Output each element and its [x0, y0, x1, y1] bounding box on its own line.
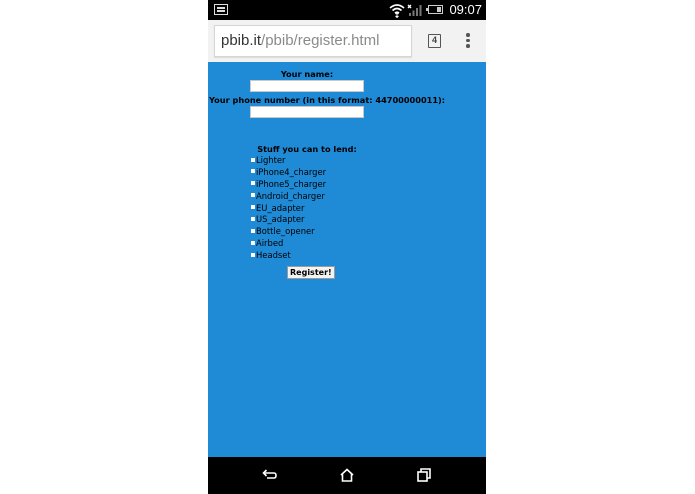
list-item[interactable]: Headset: [251, 250, 326, 262]
register-button[interactable]: Register!: [287, 266, 335, 279]
wifi-icon: [389, 4, 405, 18]
lend-items-list: Lighter iPhone4_charger iPhone5_charger …: [251, 155, 326, 262]
item-label: iPhone4_charger: [256, 166, 327, 177]
item-label: Bottle_opener: [256, 226, 315, 237]
notification-icon: [214, 4, 228, 15]
checkbox[interactable]: [251, 157, 255, 162]
navigation-bar: [208, 457, 486, 494]
checkbox[interactable]: [251, 181, 255, 186]
phone-input[interactable]: [250, 106, 364, 118]
status-time: 09:07: [449, 2, 482, 17]
url-host: pbib.it: [221, 32, 262, 49]
checkbox[interactable]: [251, 205, 255, 210]
status-bar: 09:07: [208, 0, 486, 20]
stuff-label: Stuff you can to lend:: [257, 144, 357, 154]
checkbox[interactable]: [251, 193, 255, 198]
browser-toolbar: pbib.it/pbib/register.html 4: [208, 20, 486, 62]
name-label: Your name:: [280, 69, 334, 79]
page-content: Your name: Your phone number (in this fo…: [208, 62, 486, 457]
url-path: /pbib/register.html: [261, 32, 380, 49]
checkbox[interactable]: [251, 240, 255, 245]
item-label: iPhone5_charger: [256, 178, 327, 189]
tab-switcher-button[interactable]: 4: [428, 34, 441, 48]
phone-screen: 09:07 pbib.it/pbib/register.html 4 Your …: [208, 0, 486, 494]
item-label: EU_adapter: [256, 202, 305, 213]
list-item[interactable]: Airbed: [251, 238, 326, 250]
name-input[interactable]: [250, 80, 364, 92]
overflow-menu-icon[interactable]: [465, 33, 471, 49]
list-item[interactable]: EU_adapter: [251, 203, 326, 215]
item-label: Android_charger: [256, 190, 325, 201]
item-label: Headset: [256, 250, 291, 261]
item-label: Lighter: [256, 155, 286, 165]
url-bar[interactable]: pbib.it/pbib/register.html: [214, 25, 412, 57]
checkbox[interactable]: [251, 169, 255, 174]
list-item[interactable]: Lighter: [251, 155, 326, 167]
list-item[interactable]: iPhone5_charger: [251, 179, 326, 191]
item-label: Airbed: [256, 238, 284, 249]
list-item[interactable]: US_adapter: [251, 214, 326, 226]
list-item[interactable]: Android_charger: [251, 191, 326, 203]
no-signal-icon: [407, 4, 422, 16]
checkbox[interactable]: [251, 228, 255, 233]
back-icon[interactable]: [260, 466, 278, 484]
list-item[interactable]: iPhone4_charger: [251, 167, 326, 179]
phone-label: Your phone number (in this format: 44700…: [209, 95, 446, 105]
home-icon[interactable]: [338, 466, 356, 484]
battery-icon: [426, 5, 443, 14]
checkbox[interactable]: [251, 252, 255, 257]
item-label: US_adapter: [256, 214, 305, 225]
recent-apps-icon[interactable]: [415, 466, 433, 484]
list-item[interactable]: Bottle_opener: [251, 226, 326, 238]
checkbox[interactable]: [251, 216, 255, 221]
